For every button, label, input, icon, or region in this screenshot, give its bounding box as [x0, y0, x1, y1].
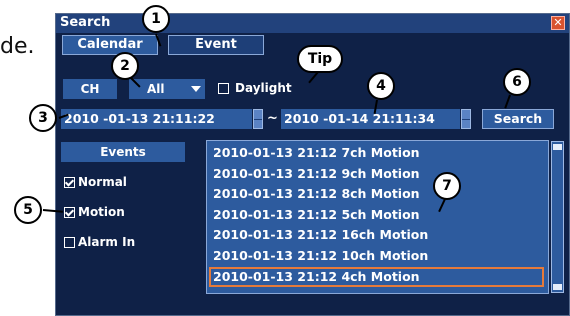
event-results-list[interactable]: 2010-01-13 21:12 7ch Motion 2010-01-13 2… [206, 140, 549, 294]
callout-line-5 [42, 209, 64, 213]
motion-checkbox[interactable] [64, 207, 75, 218]
ch-label: CH [63, 79, 117, 99]
background-partial-text: de. [0, 34, 35, 59]
callout-2: 2 [111, 52, 139, 80]
callout-7: 7 [433, 172, 461, 200]
start-datetime-spinner[interactable] [253, 109, 263, 129]
alarm-in-checkbox[interactable] [64, 237, 75, 248]
normal-checkbox[interactable] [64, 177, 75, 188]
list-item[interactable]: 2010-01-13 21:12 9ch Motion [209, 164, 544, 184]
list-item-selected[interactable]: 2010-01-13 21:12 4ch Motion [209, 267, 544, 287]
alarm-in-label: Alarm In [78, 235, 136, 249]
channel-select[interactable]: All [129, 79, 205, 99]
dialog-title: Search [60, 15, 111, 30]
end-datetime-spinner[interactable] [461, 109, 471, 129]
callout-4: 4 [367, 72, 395, 100]
list-item[interactable]: 2010-01-13 21:12 5ch Motion [209, 205, 544, 225]
list-item[interactable]: 2010-01-13 21:12 7ch Motion [209, 143, 544, 163]
scroll-up-icon[interactable] [553, 144, 562, 150]
close-icon: ✕ [553, 16, 563, 29]
tab-event[interactable]: Event [168, 35, 264, 55]
callout-tip: Tip [297, 45, 343, 73]
events-header: Events [61, 142, 185, 162]
callout-6: 6 [503, 68, 531, 96]
range-separator: ~ [267, 111, 278, 126]
end-datetime-field[interactable]: 2010 -01-14 21:11:34 [281, 109, 460, 129]
scroll-down-icon[interactable] [553, 284, 562, 290]
start-datetime-field[interactable]: 2010 -01-13 21:11:22 [61, 109, 252, 129]
normal-label: Normal [78, 175, 127, 189]
callout-3: 3 [29, 104, 57, 132]
close-button[interactable]: ✕ [551, 16, 565, 30]
channel-select-value: All [147, 82, 165, 96]
tab-calendar[interactable]: Calendar [62, 35, 158, 55]
daylight-checkbox[interactable] [218, 83, 229, 94]
search-button[interactable]: Search [482, 109, 554, 129]
results-scrollbar[interactable] [551, 141, 564, 293]
title-bar: Search ✕ [56, 14, 569, 33]
chevron-down-icon [191, 86, 201, 92]
daylight-label: Daylight [235, 81, 292, 95]
list-item[interactable]: 2010-01-13 21:12 16ch Motion [209, 225, 544, 245]
motion-label: Motion [78, 205, 125, 219]
callout-5: 5 [14, 196, 42, 224]
list-item[interactable]: 2010-01-13 21:12 10ch Motion [209, 246, 544, 266]
callout-1: 1 [142, 5, 170, 33]
list-item[interactable]: 2010-01-13 21:12 8ch Motion [209, 184, 544, 204]
